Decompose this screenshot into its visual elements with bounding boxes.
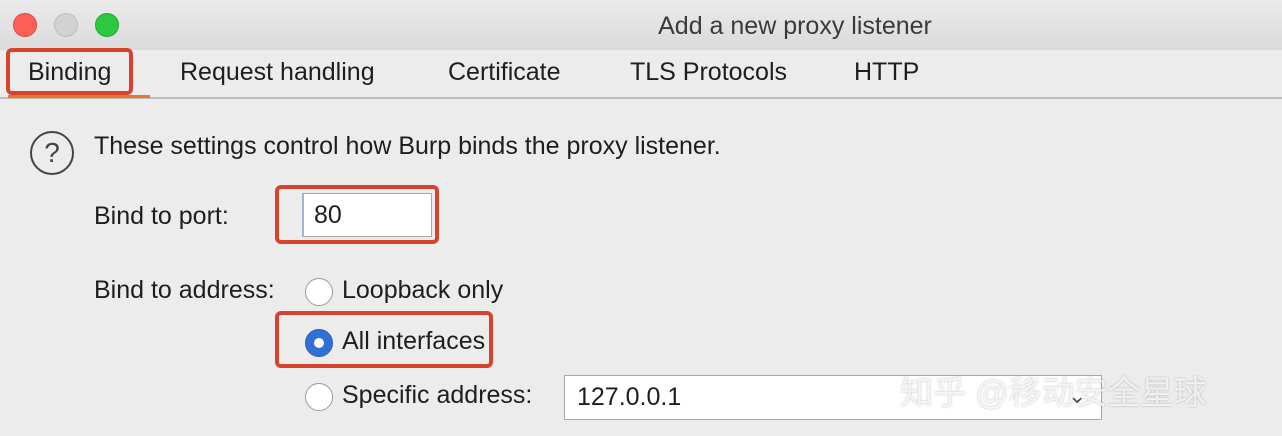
annotation-box-binding-tab bbox=[6, 48, 133, 95]
maximize-button[interactable] bbox=[95, 13, 119, 37]
port-label: Bind to port: bbox=[94, 202, 229, 230]
radio-specific-address[interactable] bbox=[305, 383, 333, 411]
binding-description: These settings control how Burp binds th… bbox=[94, 132, 721, 160]
tab-certificate[interactable]: Certificate bbox=[448, 56, 561, 92]
window-title: Add a new proxy listener bbox=[658, 12, 932, 40]
tab-request-handling[interactable]: Request handling bbox=[180, 56, 375, 92]
tab-http[interactable]: HTTP bbox=[854, 56, 919, 92]
minimize-button[interactable] bbox=[54, 13, 78, 37]
close-button[interactable] bbox=[13, 13, 37, 37]
annotation-box-port bbox=[275, 185, 439, 244]
tab-bar: Binding Request handling Certificate TLS… bbox=[0, 50, 1282, 99]
watermark: 知乎 @移动安全星球 bbox=[900, 374, 1207, 411]
annotation-box-all-interfaces bbox=[275, 311, 493, 368]
radio-loopback-only[interactable] bbox=[305, 278, 333, 306]
selected-tab-indicator bbox=[8, 95, 150, 98]
loopback-only-label: Loopback only bbox=[342, 276, 504, 304]
address-label: Bind to address: bbox=[94, 276, 275, 304]
specific-address-label: Specific address: bbox=[342, 381, 533, 409]
title-bar: Add a new proxy listener bbox=[0, 0, 1282, 51]
tab-tls-protocols[interactable]: TLS Protocols bbox=[630, 56, 787, 92]
help-icon[interactable]: ? bbox=[30, 131, 74, 175]
dialog-window: Add a new proxy listener Binding Request… bbox=[0, 0, 1282, 436]
